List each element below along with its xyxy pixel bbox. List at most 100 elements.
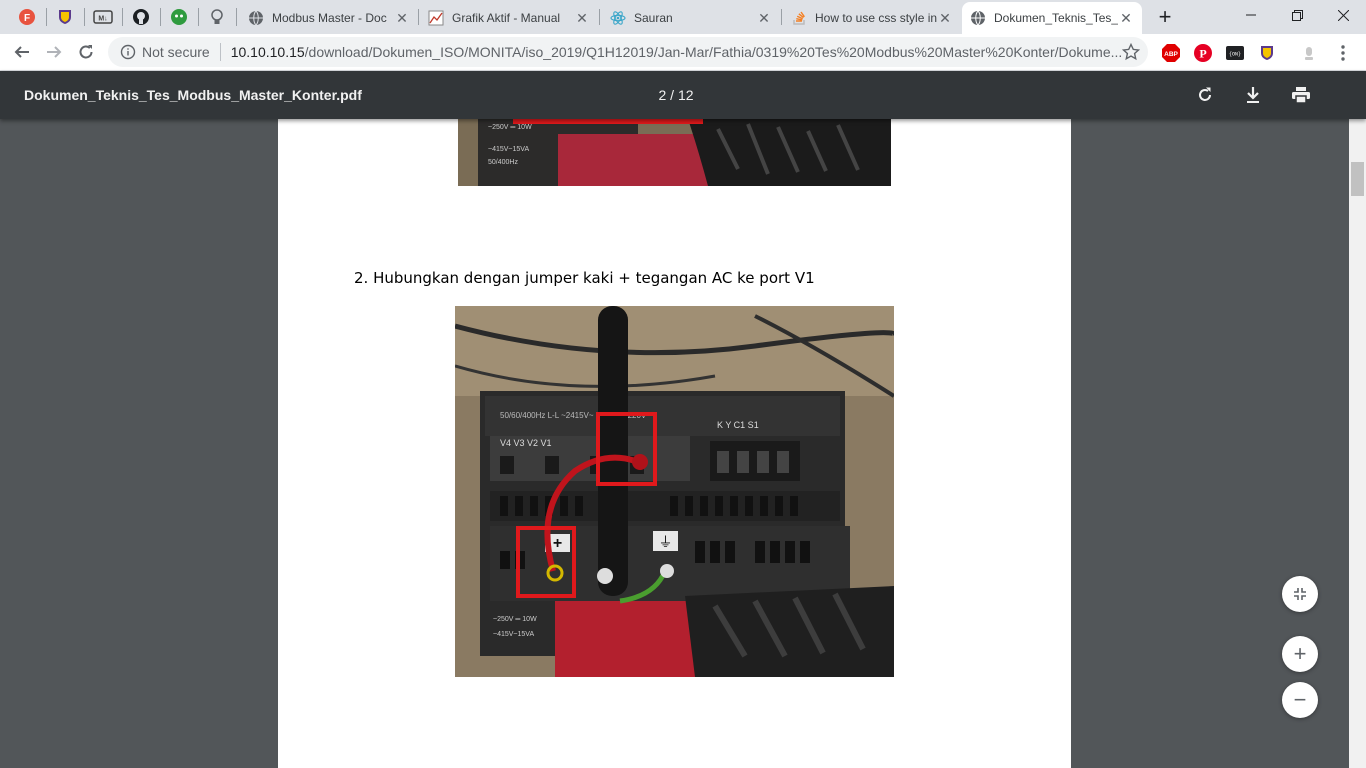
omnibox-divider: [219, 43, 221, 61]
tab-sauran[interactable]: Sauran ✕: [602, 4, 780, 32]
svg-text:~250V ═ 10W: ~250V ═ 10W: [493, 616, 537, 623]
pinned-tab-green-app[interactable]: [162, 4, 196, 30]
forward-button[interactable]: [40, 38, 68, 66]
menu-button[interactable]: [1332, 42, 1354, 64]
svg-text:50/400Hz: 50/400Hz: [488, 159, 518, 166]
svg-text:P: P: [1199, 47, 1206, 61]
pinterest-extension[interactable]: P: [1192, 42, 1214, 64]
tab-label: Modbus Master - Doc: [272, 11, 387, 25]
print-button[interactable]: [1289, 83, 1313, 107]
shield-icon: [59, 10, 71, 24]
tab-dokumen-teknis[interactable]: Dokumen_Teknis_Tes_ ✕: [962, 2, 1142, 34]
minimize-icon: [1246, 14, 1256, 16]
pinterest-icon: P: [1194, 44, 1212, 62]
url-path: /download/Dokumen_ISO/MONITA/iso_2019/Q1…: [304, 44, 1123, 60]
svg-text:~250V ═ 10W: ~250V ═ 10W: [488, 124, 532, 131]
tab-modbus-master[interactable]: Modbus Master - Doc ✕: [240, 4, 418, 32]
tab-divider: [122, 8, 123, 26]
pinned-tab-lightbulb[interactable]: [200, 4, 234, 30]
download-icon: [1247, 87, 1259, 103]
address-bar[interactable]: Not secure 10.10.10.15 /download/Dokumen…: [108, 37, 1148, 67]
rotate-button[interactable]: [1193, 83, 1217, 107]
rotate-icon: [1199, 87, 1211, 101]
star-icon: [1122, 43, 1140, 61]
close-icon[interactable]: ✕: [574, 10, 590, 27]
adblock-icon: ABP: [1162, 44, 1180, 62]
terminal-extension[interactable]: {ON}: [1224, 42, 1246, 64]
pdf-title: Dokumen_Teknis_Tes_Modbus_Master_Konter.…: [24, 87, 362, 103]
plus-terminal-label: +: [553, 535, 562, 552]
tab-divider: [781, 9, 782, 25]
reload-button[interactable]: [72, 38, 100, 66]
pinned-tab-github[interactable]: [124, 4, 158, 30]
terminal-icon: {ON}: [1226, 46, 1244, 60]
url-host: 10.10.10.15: [230, 44, 305, 60]
photo-previous-step: ~250V ═ 10W ~415V~15VA 50/400Hz: [458, 119, 891, 186]
tab-css-style[interactable]: How to use css style in ✕: [783, 4, 961, 32]
globe-icon: [971, 10, 985, 26]
chart-icon: [428, 10, 444, 26]
tab-divider: [46, 8, 47, 26]
tab-grafik-aktif[interactable]: Grafik Aktif - Manual ✕: [420, 4, 598, 32]
profile-button[interactable]: [1298, 42, 1320, 64]
minimize-button[interactable]: [1228, 0, 1274, 30]
info-icon: [120, 44, 136, 60]
restore-icon: [1291, 9, 1303, 21]
avatar-icon: [1305, 47, 1313, 60]
step-instruction: 2. Hubungkan dengan jumper kaki + tegang…: [354, 269, 815, 287]
vertical-scrollbar[interactable]: [1349, 71, 1366, 768]
adblock-extension[interactable]: ABP: [1160, 42, 1182, 64]
svg-text:~415V~15VA: ~415V~15VA: [488, 146, 529, 153]
tab-divider: [236, 8, 237, 26]
lightbulb-icon: [211, 9, 223, 24]
bookmark-star-button[interactable]: [1120, 41, 1142, 63]
svg-text:K Y C1 S1: K Y C1 S1: [717, 420, 759, 430]
pinned-tab-markdown[interactable]: M↓: [86, 4, 120, 30]
minus-icon: −: [1293, 687, 1307, 712]
back-arrow-icon: [14, 46, 29, 58]
svg-text:ABP: ABP: [1164, 51, 1178, 58]
page-indicator[interactable]: 2 / 12: [640, 87, 712, 103]
zoom-out-button[interactable]: −: [1282, 682, 1318, 718]
pinned-tab-firefox[interactable]: F: [10, 4, 44, 30]
tab-divider: [418, 9, 419, 25]
firefox-icon: F: [19, 9, 35, 25]
forward-arrow-icon: [47, 46, 62, 58]
tab-label: Dokumen_Teknis_Tes_: [994, 11, 1118, 25]
close-window-button[interactable]: [1320, 0, 1366, 30]
tab-divider: [84, 8, 85, 26]
download-button[interactable]: [1241, 83, 1265, 107]
close-icon[interactable]: ✕: [1118, 10, 1134, 27]
shield-icon: [1261, 46, 1273, 60]
tab-strip: F M↓ Modbus Master - Doc ✕ Grafik Aktif …: [0, 0, 1366, 34]
svg-text:V4 V3 V2 V1: V4 V3 V2 V1: [500, 438, 552, 448]
pdf-page: ~250V ═ 10W ~415V~15VA 50/400Hz 2. Hubun…: [278, 119, 1071, 768]
plus-icon: +: [1158, 4, 1172, 29]
tab-label: Sauran: [634, 11, 673, 25]
fit-to-page-button[interactable]: [1282, 576, 1318, 612]
pinned-tab-shield[interactable]: [48, 4, 82, 30]
close-icon[interactable]: ✕: [394, 10, 410, 27]
close-icon[interactable]: ✕: [756, 10, 772, 27]
zoom-in-button[interactable]: +: [1282, 636, 1318, 672]
scrollbar-thumb[interactable]: [1351, 162, 1364, 196]
svg-text:{ON}: {ON}: [1229, 52, 1241, 58]
close-icon[interactable]: ✕: [937, 10, 953, 27]
restore-button[interactable]: [1274, 0, 1320, 30]
new-tab-button[interactable]: +: [1148, 4, 1182, 30]
shield-extension[interactable]: [1256, 42, 1278, 64]
earth-terminal-label: ⏚: [659, 535, 673, 551]
tab-divider: [160, 8, 161, 26]
github-icon: [133, 9, 149, 25]
plus-icon: +: [1293, 641, 1307, 666]
markdown-icon: M↓: [93, 10, 113, 24]
react-icon: [610, 11, 626, 25]
browser-toolbar: Not secure 10.10.10.15 /download/Dokumen…: [0, 34, 1366, 71]
tab-divider: [198, 8, 199, 26]
photo-jumper-connection: 50/60/400Hz L-L ~2415V~ 100mA ~220V~ V4 …: [455, 306, 894, 677]
security-label[interactable]: Not secure: [142, 44, 210, 60]
back-button[interactable]: [8, 38, 36, 66]
stackoverflow-icon: [793, 11, 805, 25]
close-icon: [1337, 9, 1349, 21]
tab-label: How to use css style in: [815, 11, 937, 25]
